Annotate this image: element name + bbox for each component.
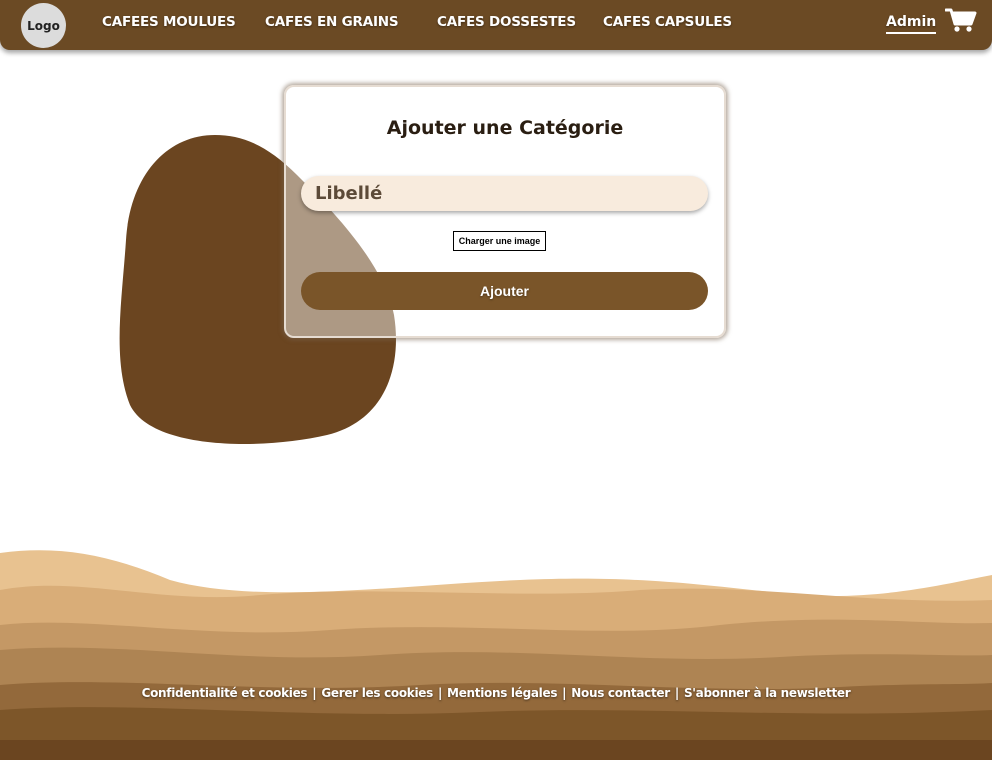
footer-link-newsletter[interactable]: S'abonner à la newsletter	[684, 686, 851, 700]
footer-separator: |	[562, 686, 567, 700]
footer-link-gerer-cookies[interactable]: Gerer les cookies	[321, 686, 433, 700]
footer-waves	[0, 550, 992, 760]
footer-separator: |	[312, 686, 317, 700]
footer-link-nous-contacter[interactable]: Nous contacter	[571, 686, 670, 700]
footer-links: Confidentialité et cookies | Gerer les coo…	[0, 686, 992, 700]
footer-separator: |	[437, 686, 443, 700]
nav-link-cafes-en-grains[interactable]: CAFES EN GRAINS	[265, 14, 399, 30]
footer-separator: |	[674, 686, 679, 700]
nav-link-cafes-dossestes[interactable]: CAFES DOSSESTES	[437, 14, 576, 30]
upload-image-button[interactable]: Charger une image	[453, 231, 546, 251]
shopping-cart-icon[interactable]	[945, 7, 977, 33]
add-button[interactable]: Ajouter	[301, 272, 708, 310]
nav-link-cafees-moulues[interactable]: CAFEES MOULUES	[102, 14, 236, 30]
nav-link-cafes-capsules[interactable]: CAFES CAPSULES	[603, 14, 732, 30]
admin-link[interactable]: Admin	[886, 14, 937, 34]
top-navigation-bar: Logo CAFEES MOULUES CAFES EN GRAINS CAFE…	[0, 0, 992, 50]
libelle-input[interactable]	[301, 176, 708, 211]
logo[interactable]: Logo	[21, 3, 66, 48]
footer-link-confidentialite[interactable]: Confidentialité et cookies	[142, 686, 308, 700]
add-category-card: Ajouter une Catégorie Charger une image …	[284, 85, 726, 338]
page-title: Ajouter une Catégorie	[386, 117, 624, 139]
footer-link-mentions-legales[interactable]: Mentions légales	[447, 686, 557, 700]
